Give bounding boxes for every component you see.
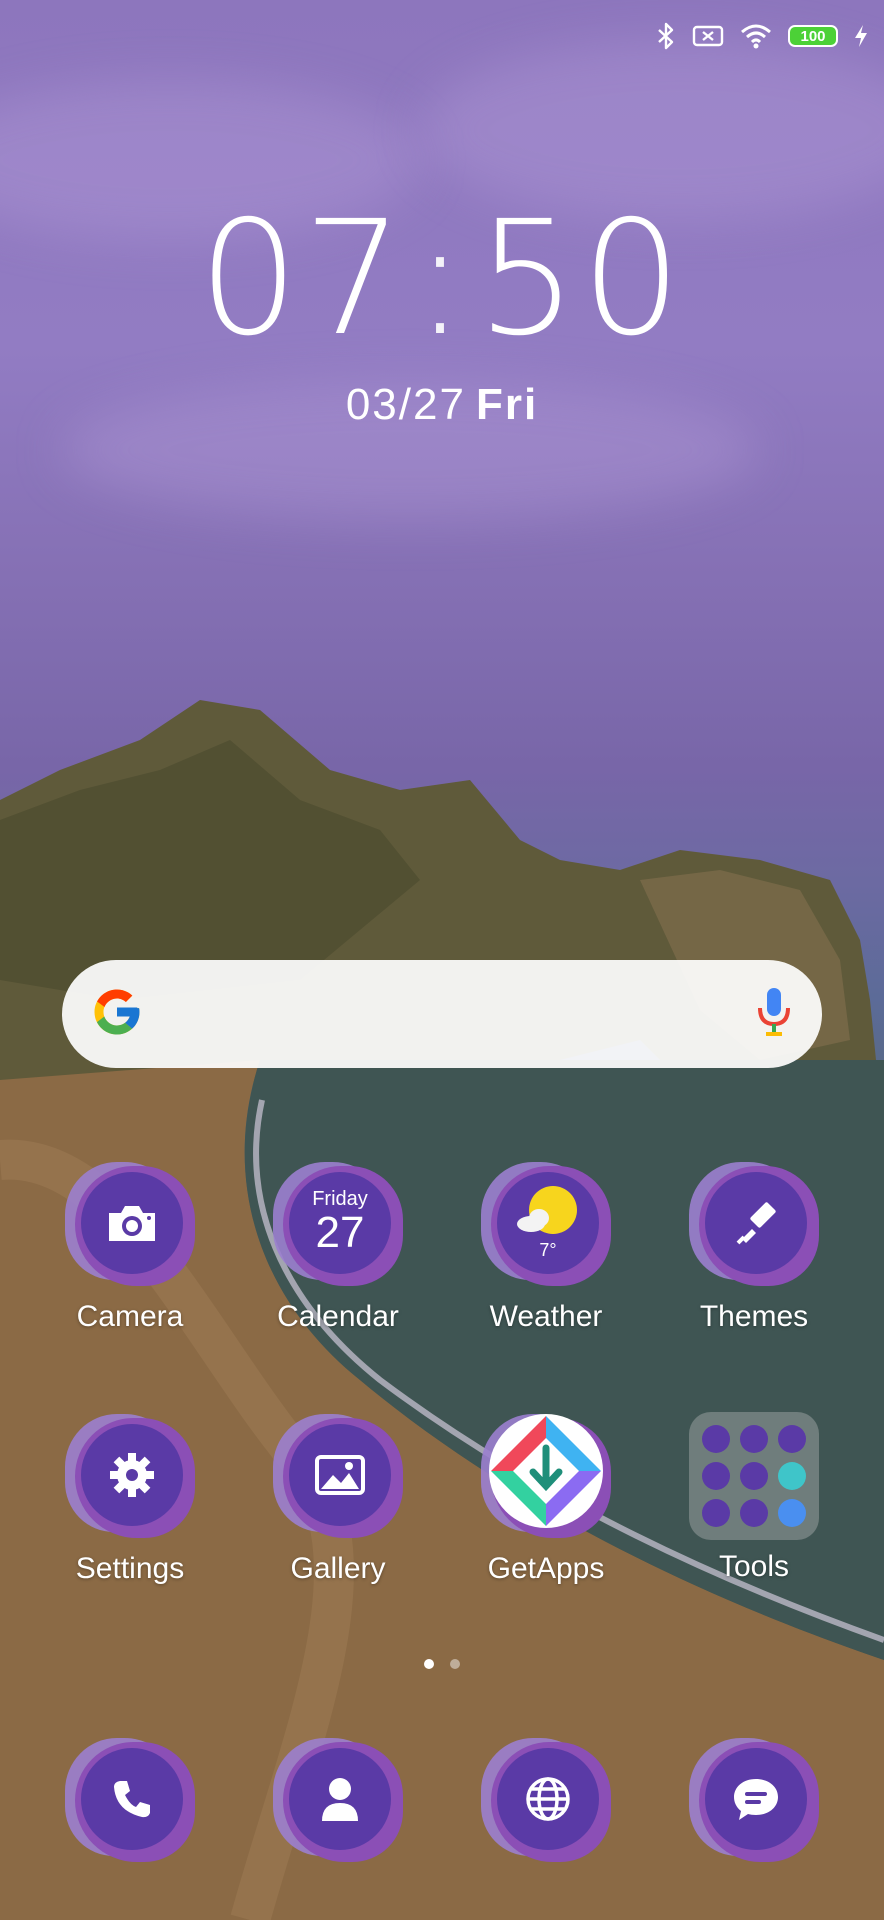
- dock-browser[interactable]: [442, 1736, 650, 1866]
- app-settings[interactable]: Settings: [26, 1412, 234, 1586]
- weather-temperature: 7°: [539, 1239, 557, 1260]
- google-g-icon[interactable]: [90, 985, 144, 1044]
- status-bar: 100: [656, 22, 868, 50]
- app-gallery[interactable]: Gallery: [234, 1412, 442, 1586]
- app-tools-folder[interactable]: Tools: [650, 1412, 858, 1584]
- app-label: Themes: [699, 1300, 809, 1333]
- bluetooth-icon: [656, 22, 676, 50]
- app-themes[interactable]: Themes: [650, 1160, 858, 1334]
- message-icon: [689, 1736, 819, 1866]
- contact-icon: [273, 1736, 403, 1866]
- app-label: Tools: [718, 1550, 790, 1583]
- app-label: Calendar: [277, 1300, 399, 1333]
- app-camera[interactable]: Camera: [26, 1160, 234, 1334]
- image-icon: [273, 1412, 403, 1542]
- clock-date: 03/27 Fri: [0, 380, 884, 430]
- app-label: Camera: [76, 1300, 184, 1333]
- app-weather[interactable]: 7° Weather: [442, 1160, 650, 1334]
- microphone-icon[interactable]: [754, 986, 794, 1043]
- phone-icon: [65, 1736, 195, 1866]
- clock-minutes: 50: [476, 187, 686, 371]
- dock-contacts[interactable]: [234, 1736, 442, 1866]
- page-dot[interactable]: [450, 1659, 460, 1669]
- app-label: Gallery: [290, 1552, 386, 1585]
- wifi-icon: [740, 23, 772, 49]
- app-label: GetApps: [487, 1552, 605, 1585]
- clock-hours: 07: [198, 187, 408, 371]
- weekday-text: Fri: [475, 380, 539, 429]
- download-arrow-icon: [481, 1412, 611, 1542]
- gear-icon: [65, 1412, 195, 1542]
- app-label: Weather: [489, 1300, 603, 1333]
- camera-icon: [65, 1160, 195, 1290]
- battery-indicator: 100: [788, 25, 838, 47]
- clock-colon: :: [413, 187, 471, 371]
- no-sim-icon: [692, 24, 724, 48]
- calendar-day-number: 27: [315, 1207, 365, 1257]
- clock-time: 07:50: [0, 200, 884, 358]
- charging-bolt-icon: [854, 24, 868, 48]
- clock-widget[interactable]: 07:50 03/27 Fri: [0, 200, 884, 430]
- calendar-icon: Friday 27: [273, 1160, 403, 1290]
- paintbrush-icon: [689, 1160, 819, 1290]
- app-getapps[interactable]: GetApps: [442, 1412, 650, 1586]
- app-calendar[interactable]: Friday 27 Calendar: [234, 1160, 442, 1334]
- globe-icon: [481, 1736, 611, 1866]
- app-label: Settings: [75, 1552, 185, 1585]
- dock-messages[interactable]: [650, 1736, 858, 1866]
- page-indicator: [0, 1659, 884, 1669]
- folder-icon: [689, 1412, 819, 1540]
- page-dot-active[interactable]: [424, 1659, 434, 1669]
- google-search-bar[interactable]: [62, 960, 822, 1068]
- date-text: 03/27: [345, 380, 466, 429]
- sun-cloud-icon: 7°: [481, 1160, 611, 1290]
- dock-phone[interactable]: [26, 1736, 234, 1866]
